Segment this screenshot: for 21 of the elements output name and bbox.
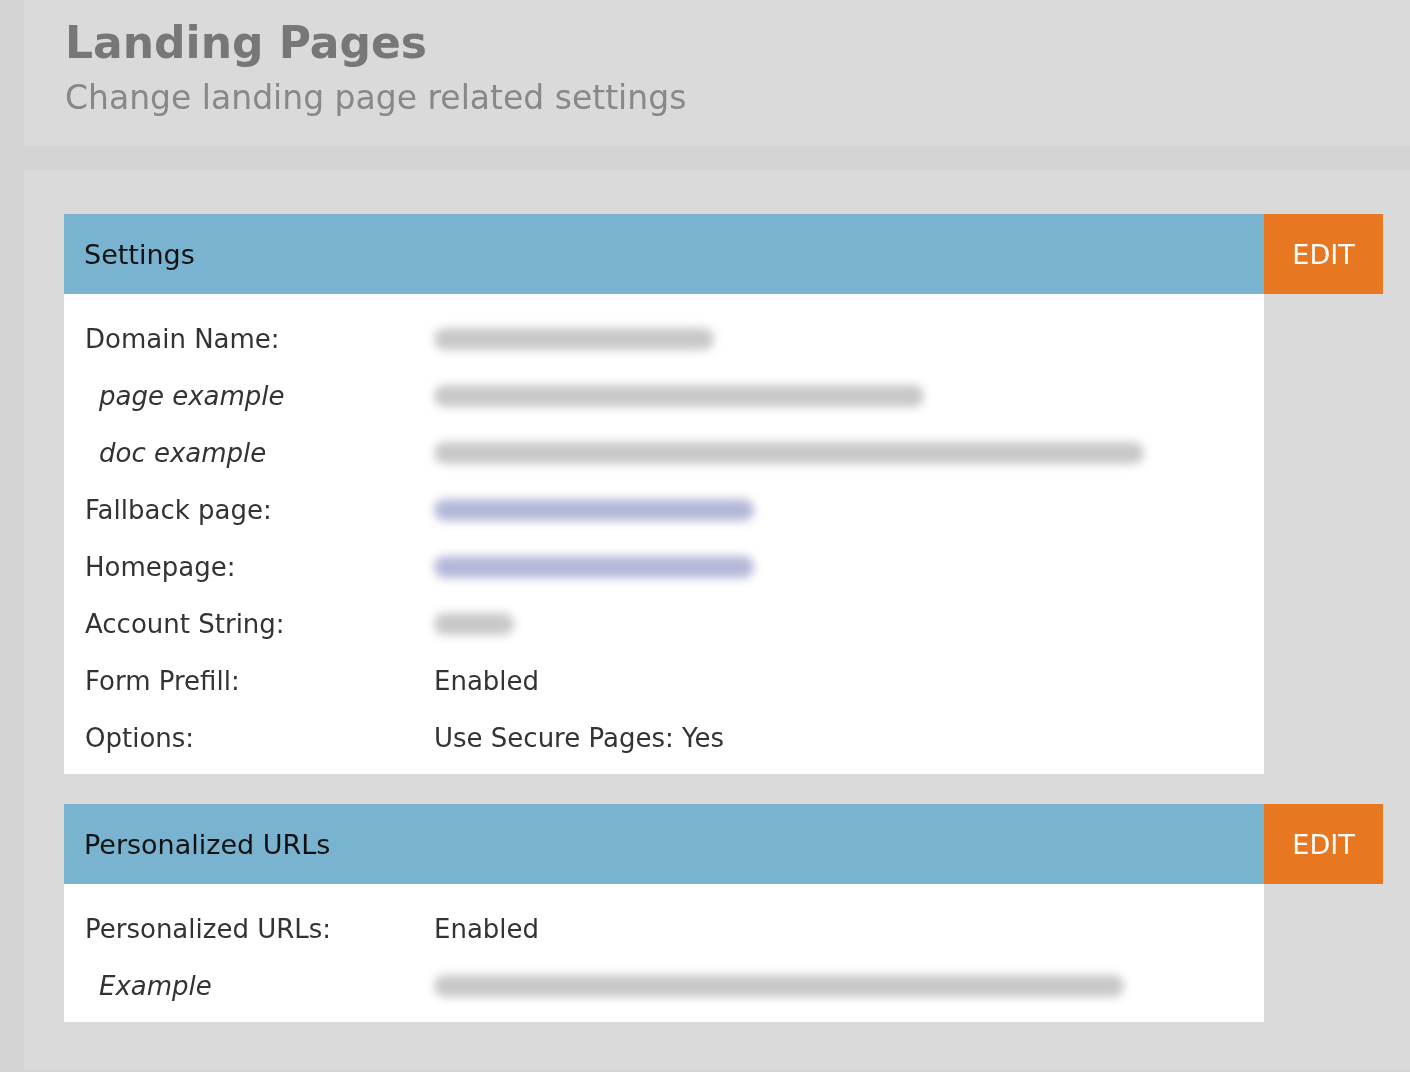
edit-button[interactable]: EDIT — [1264, 214, 1383, 294]
setting-label: Personalized URLs: — [84, 913, 333, 944]
page-subtitle: Change landing page related settings — [65, 77, 688, 119]
setting-label: Domain Name: — [84, 323, 281, 354]
setting-label: Example — [98, 970, 213, 1001]
section-header: Settings — [64, 214, 1264, 294]
setting-label: Form Prefill: — [84, 665, 241, 696]
setting-label: doc example — [98, 437, 268, 468]
setting-label: Homepage: — [84, 551, 237, 582]
edit-button[interactable]: EDIT — [1264, 804, 1383, 884]
blurred-link[interactable] — [434, 498, 754, 521]
setting-value: Enabled — [434, 913, 540, 944]
setting-label: Account String: — [84, 608, 286, 639]
page-title: Landing Pages — [65, 16, 429, 70]
blurred-link[interactable] — [434, 555, 754, 578]
setting-label: Fallback page: — [84, 494, 273, 525]
section-header: Personalized URLs — [64, 804, 1264, 884]
setting-value: Enabled — [434, 665, 540, 696]
setting-label: Options: — [84, 722, 196, 753]
setting-label: page example — [98, 380, 286, 411]
setting-value: Use Secure Pages: Yes — [434, 722, 724, 753]
